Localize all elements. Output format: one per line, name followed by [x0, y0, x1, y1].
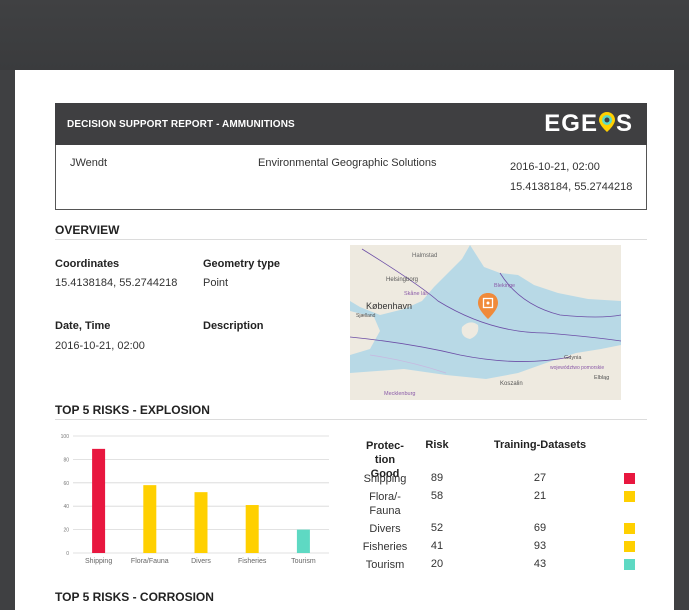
risk-cell: 41: [430, 540, 444, 552]
map-label-blekinge: Blekinge: [494, 283, 515, 289]
protection-good-cell: Shipping: [363, 473, 407, 485]
explosion-rule: [55, 419, 647, 420]
map-label-skane: Skåne län: [404, 290, 428, 297]
protection-good-cell: Flora/-Fauna: [369, 491, 401, 517]
app-top-bar: [0, 0, 689, 70]
y-tick-label: 60: [63, 481, 69, 487]
logo-text-right: S: [615, 110, 633, 137]
protection-good-cell: Tourism: [365, 559, 405, 571]
report-company: Environmental Geographic Solutions: [258, 157, 437, 169]
map-label-elblag: Elbląg: [594, 375, 609, 381]
map-label-koszalin: Koszalin: [500, 381, 523, 387]
y-tick-label: 100: [61, 434, 70, 440]
map-label-kobenhavn: København: [366, 301, 412, 311]
x-tick-label: Fisheries: [238, 558, 267, 565]
protection-good-cell: Divers: [369, 523, 401, 535]
risk-cell: 20: [430, 558, 444, 570]
y-tick-label: 80: [63, 457, 69, 463]
risk-color-swatch: [624, 491, 635, 502]
bar-chart-svg: 0 20 40 60 80 100 Shipping Flora/Fauna Divers Fis…: [61, 434, 329, 565]
map-label-mecklenburg: Mecklenburg: [384, 391, 416, 397]
datetime-value: 2016-10-21, 02:00: [55, 340, 145, 352]
x-tick-label: Shipping: [85, 558, 112, 565]
map-label-pomorskie: województwo pomorskie: [550, 365, 604, 371]
col-header-training: Training-Datasets: [493, 439, 587, 451]
explosion-heading: TOP 5 RISKS - EXPLOSION: [55, 403, 210, 417]
report-datetime: 2016-10-21, 02:00: [510, 161, 600, 173]
map-label-sjaelland: Sjælland: [356, 313, 376, 319]
x-tick-label: Tourism: [291, 558, 316, 565]
training-cell: 43: [533, 558, 547, 570]
egeos-logo: EGE S: [544, 110, 633, 140]
logo-text-left: EGE: [544, 110, 598, 137]
training-cell: 93: [533, 540, 547, 552]
training-cell: 69: [533, 522, 547, 534]
explosion-bar-chart: 0 20 40 60 80 100 Shipping Flora/Fauna Divers Fis…: [55, 428, 335, 573]
coordinates-label: Coordinates: [55, 258, 120, 270]
map-graphic: Halmstad Helsingborg Blekinge Skåne län …: [350, 245, 621, 400]
report-user: JWendt: [70, 157, 108, 169]
geometry-label: Geometry type: [203, 258, 281, 270]
map-label-helsingborg: Helsingborg: [386, 277, 418, 283]
map-label-halmstad: Halmstad: [412, 253, 437, 259]
corrosion-heading: TOP 5 RISKS - CORROSION: [55, 590, 214, 604]
risk-cell: 58: [430, 490, 444, 502]
map-pin-logo-icon: [598, 111, 616, 140]
risk-cell: 52: [430, 522, 444, 534]
report-title: DECISION SUPPORT REPORT - AMMUNITIONS: [67, 119, 295, 130]
risk-color-swatch: [624, 541, 635, 552]
report-coords: 15.4138184, 55.2744218: [510, 181, 633, 193]
protection-good-cell: Fisheries: [362, 541, 408, 553]
y-tick-label: 20: [63, 528, 69, 534]
training-cell: 27: [533, 472, 547, 484]
col-header-risk: Risk: [425, 439, 449, 451]
report-page: DECISION SUPPORT REPORT - AMMUNITIONS EG…: [15, 70, 674, 610]
coordinates-value: 15.4138184, 55.2744218: [55, 277, 178, 289]
report-meta: 2016-10-21, 02:00 15.4138184, 55.2744218: [510, 157, 632, 197]
geometry-value: Point: [203, 277, 229, 289]
overview-rule: [55, 239, 647, 240]
training-cell: 21: [533, 490, 547, 502]
x-tick-label: Divers: [191, 558, 211, 565]
report-header: DECISION SUPPORT REPORT - AMMUNITIONS EG…: [55, 103, 647, 145]
report-info-box: JWendt Environmental Geographic Solution…: [55, 145, 647, 210]
risk-color-swatch: [624, 523, 635, 534]
bar-divers: [194, 492, 208, 553]
bar-tourism: [296, 529, 310, 553]
map-label-gdynia: Gdynia: [564, 355, 582, 361]
bar-shipping: [92, 448, 106, 553]
risk-color-swatch: [624, 559, 635, 570]
overview-map[interactable]: Halmstad Helsingborg Blekinge Skåne län …: [350, 245, 621, 400]
bar-fisheries: [245, 505, 259, 553]
risk-cell: 89: [430, 472, 444, 484]
y-tick-label: 40: [63, 504, 69, 510]
x-tick-label: Flora/Fauna: [131, 558, 169, 565]
datetime-label: Date, Time: [55, 320, 111, 332]
risk-color-swatch: [624, 473, 635, 484]
y-tick-label: 0: [66, 551, 69, 557]
bar-flora-fauna: [143, 485, 157, 553]
overview-heading: OVERVIEW: [55, 223, 120, 237]
description-label: Description: [203, 320, 264, 332]
